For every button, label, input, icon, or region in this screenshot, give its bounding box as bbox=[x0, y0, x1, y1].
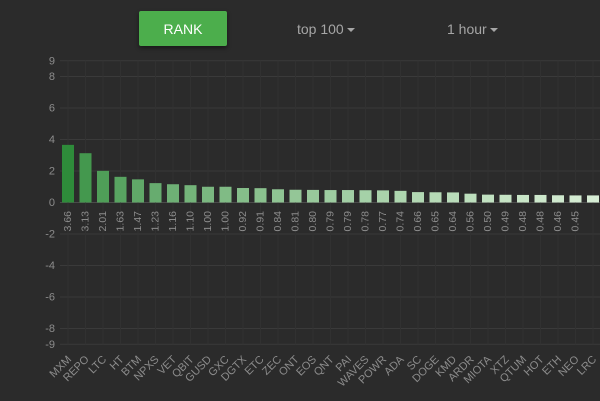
y-tick-label: 6 bbox=[49, 103, 55, 115]
y-tick-label: 4 bbox=[49, 134, 55, 146]
bar-value-label: 1.63 bbox=[115, 211, 127, 232]
bar-value-label: 0.66 bbox=[412, 211, 424, 232]
x-tick-label: LTC bbox=[87, 354, 110, 377]
bar bbox=[377, 190, 389, 203]
bar bbox=[202, 186, 214, 203]
bar-value-label: 0.46 bbox=[552, 211, 564, 232]
bar-value-label: 0.84 bbox=[272, 211, 284, 232]
bar-value-label: 0.91 bbox=[255, 211, 267, 232]
bar bbox=[237, 188, 249, 203]
bar bbox=[394, 190, 407, 203]
bar bbox=[149, 183, 162, 203]
y-tick-label: -9 bbox=[45, 339, 55, 351]
bar bbox=[482, 194, 494, 203]
bar-value-label: 0.81 bbox=[290, 211, 302, 232]
y-tick-label: 9 bbox=[49, 55, 55, 67]
bar-chart: 986420-2-4-6-8-93.66MXM3.13REPO2.01LTC1.… bbox=[45, 55, 600, 389]
bar-value-label: 1.47 bbox=[132, 211, 144, 232]
bar bbox=[219, 186, 232, 203]
bar bbox=[79, 153, 92, 203]
bar bbox=[412, 192, 424, 203]
bar bbox=[132, 179, 144, 203]
bar-value-label: 0.49 bbox=[500, 211, 512, 232]
bar-value-label: 0.78 bbox=[360, 211, 372, 232]
bar-value-label: 0.56 bbox=[465, 211, 477, 232]
bar bbox=[359, 190, 372, 203]
bar-value-label: 3.66 bbox=[62, 211, 74, 232]
bar bbox=[254, 188, 267, 203]
y-tick-label: 2 bbox=[49, 166, 55, 178]
bar bbox=[552, 195, 564, 203]
bar bbox=[272, 189, 284, 203]
bar-value-label: 0.50 bbox=[482, 211, 494, 232]
bar bbox=[569, 195, 582, 203]
bar bbox=[499, 194, 512, 203]
bar-value-label: 0.65 bbox=[430, 211, 442, 232]
x-tick-label: LRC bbox=[575, 354, 599, 378]
bar bbox=[534, 194, 547, 203]
bar bbox=[167, 184, 179, 203]
bar-value-label: 0.74 bbox=[395, 211, 407, 232]
bar bbox=[517, 194, 529, 203]
bar bbox=[114, 176, 127, 203]
bar-value-label: 3.13 bbox=[80, 211, 92, 232]
bar-value-label: 0.79 bbox=[325, 211, 337, 232]
bar-value-label: 0.48 bbox=[517, 211, 529, 232]
y-tick-label: 8 bbox=[49, 71, 55, 83]
bar-value-label: 1.00 bbox=[202, 211, 214, 232]
x-tick-label: ADA bbox=[382, 353, 407, 378]
bar-value-label: 0.80 bbox=[307, 211, 319, 232]
bar bbox=[342, 190, 354, 203]
y-tick-label: -4 bbox=[45, 260, 55, 272]
bar-value-label: 0.92 bbox=[237, 211, 249, 232]
bar-value-label: 0.45 bbox=[570, 211, 582, 232]
bar bbox=[429, 192, 442, 203]
bar-value-label: 0.79 bbox=[342, 211, 354, 232]
bar-value-label: 0.48 bbox=[535, 211, 547, 232]
bar bbox=[184, 185, 197, 203]
bar-value-label: 1.00 bbox=[220, 211, 232, 232]
bar-value-label: 0.64 bbox=[447, 211, 459, 232]
bar bbox=[587, 195, 599, 203]
bar bbox=[324, 190, 337, 203]
y-tick-label: -8 bbox=[45, 323, 55, 335]
y-tick-label: -6 bbox=[45, 292, 55, 304]
bar bbox=[464, 193, 477, 203]
bar bbox=[289, 189, 302, 203]
bar-value-label: 0.77 bbox=[377, 211, 389, 232]
bar-value-label: 1.23 bbox=[150, 211, 162, 232]
bar bbox=[447, 192, 459, 203]
bar-value-label: 1.16 bbox=[167, 211, 179, 232]
y-tick-label: -2 bbox=[45, 229, 55, 241]
y-tick-label: 0 bbox=[49, 197, 55, 209]
bar-value-label: 1.10 bbox=[185, 211, 197, 232]
bar bbox=[97, 170, 109, 203]
bar bbox=[307, 189, 319, 203]
bar bbox=[62, 144, 74, 203]
bar-value-label: 2.01 bbox=[97, 211, 109, 232]
